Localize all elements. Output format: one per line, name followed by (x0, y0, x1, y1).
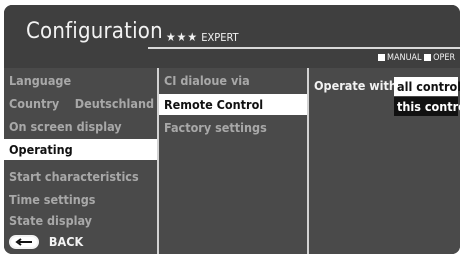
country-value: Deutschland (74, 96, 154, 111)
page-title: Configuration (26, 19, 163, 44)
star-rating-icon: ★★★ (166, 30, 199, 44)
menu-item-label: Country (9, 96, 60, 111)
option-this-control[interactable]: this control (394, 97, 460, 116)
submenu-item-label: Factory settings (164, 120, 267, 135)
submenu-item-factory-settings[interactable]: Factory settings (159, 117, 307, 138)
menu-item-label: Start characteristics (9, 169, 139, 184)
main-menu-column: Language Country Deutschland On screen d… (4, 68, 157, 254)
submenu-item-ci-dialog[interactable]: CI dialoue via (159, 70, 307, 91)
menu-item-label: Operating (9, 142, 73, 157)
header-divider (148, 47, 460, 49)
back-arrow-icon (9, 234, 39, 249)
menu-item-on-screen-display[interactable]: On screen display (4, 116, 157, 137)
option-all-controls[interactable]: all controls (394, 77, 460, 96)
menu-item-state-display[interactable]: State display (4, 210, 157, 231)
mode-indicator: MANUAL OPER (378, 53, 455, 63)
menu-item-start-characteristics[interactable]: Start characteristics (4, 166, 157, 187)
tv-menu-screen: Configuration ★★★ EXPERT MANUAL OPER Lan… (4, 5, 460, 254)
mode-oper-label: OPER (433, 53, 456, 63)
menu-header: Configuration ★★★ EXPERT MANUAL OPER (4, 5, 460, 68)
menu-item-country[interactable]: Country Deutschland (4, 93, 157, 114)
menu-item-operating[interactable]: Operating (4, 139, 157, 160)
menu-item-label: On screen display (9, 119, 122, 134)
expert-level: ★★★ EXPERT (166, 30, 239, 44)
menu-item-label: Time settings (9, 192, 96, 207)
back-label: BACK (48, 234, 84, 249)
square-icon (424, 54, 432, 61)
submenu-item-remote-control[interactable]: Remote Control (159, 94, 307, 115)
submenu-item-label: Remote Control (164, 97, 264, 112)
menu-item-time-settings[interactable]: Time settings (4, 189, 157, 210)
square-icon (378, 54, 385, 61)
menu-item-language[interactable]: Language (4, 70, 157, 91)
detail-column: Operate with all controls this control (309, 68, 460, 254)
level-label: EXPERT (201, 31, 239, 44)
menu-item-label: Language (9, 73, 72, 88)
mode-manual-label: MANUAL (387, 53, 422, 63)
menu-item-label: State display (9, 213, 93, 228)
back-button[interactable]: BACK (9, 233, 83, 249)
operate-with-label: Operate with (314, 78, 397, 93)
submenu-item-label: CI dialoue via (164, 73, 250, 88)
submenu-column: CI dialoue via Remote Control Factory se… (159, 68, 307, 254)
